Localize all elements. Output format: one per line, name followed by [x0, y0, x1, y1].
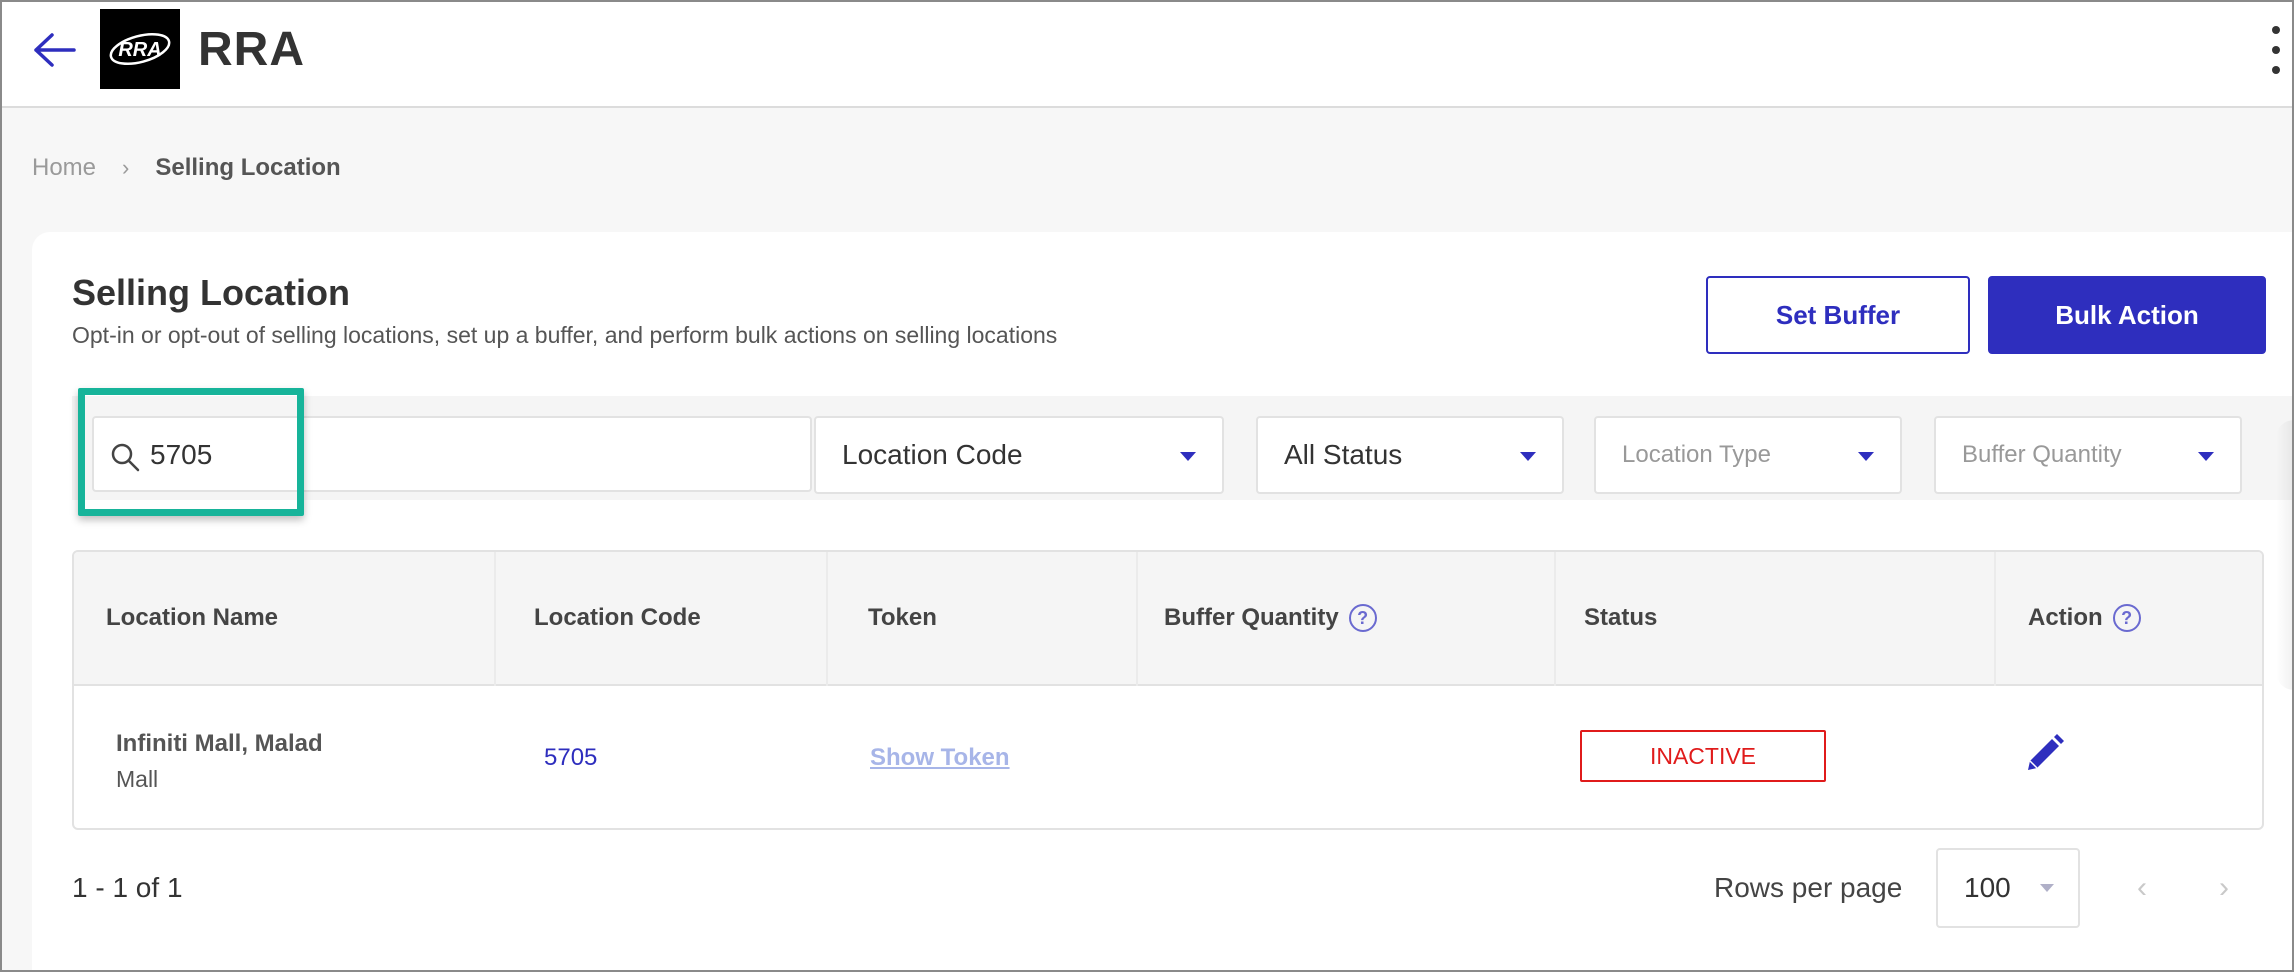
action-help-icon[interactable]: ?: [2112, 604, 2141, 632]
previous-page-button[interactable]: ‹: [2122, 866, 2162, 910]
top-bar: RRA RRA: [0, 0, 2294, 108]
page-subtitle: Opt-in or opt-out of selling locations, …: [72, 322, 1058, 348]
rows-per-page-label: Rows per page: [1714, 872, 1903, 903]
set-buffer-button[interactable]: Set Buffer: [1706, 276, 1970, 354]
location-type-placeholder: Location Type: [1622, 441, 1772, 468]
chevron-down-icon: [1180, 452, 1196, 461]
next-page-button[interactable]: ›: [2204, 866, 2244, 910]
breadcrumb-home[interactable]: Home: [32, 154, 96, 182]
column-label: Location Name: [106, 604, 279, 631]
status-badge: INACTIVE: [1580, 730, 1826, 782]
back-arrow-icon[interactable]: [30, 26, 78, 74]
more-options-icon[interactable]: [2264, 26, 2288, 74]
table-header: Location Name Location Code Token Buffer…: [74, 552, 2262, 686]
search-icon: [111, 443, 140, 472]
buffer-quantity-select[interactable]: Buffer Quantity: [1934, 416, 2242, 494]
scroll-edge-shadow: [2276, 420, 2294, 690]
search-input[interactable]: [150, 428, 790, 482]
column-status[interactable]: Status: [1584, 604, 1657, 632]
location-type-select[interactable]: Location Type: [1594, 416, 1902, 494]
main-card: Selling Location Opt-in or opt-out of se…: [32, 232, 2294, 972]
column-label: Action: [2028, 604, 2103, 631]
rows-per-page-select[interactable]: 100: [1936, 848, 2080, 928]
buffer-quantity-help-icon[interactable]: ?: [1348, 604, 1377, 632]
locations-table: Location Name Location Code Token Buffer…: [72, 550, 2264, 830]
edit-pencil-icon[interactable]: [2022, 732, 2066, 776]
column-buffer-quantity[interactable]: Buffer Quantity ?: [1164, 604, 1377, 632]
filter-bar: Location Code All Status Location Type B…: [72, 388, 2294, 516]
column-action[interactable]: Action ?: [2028, 604, 2141, 632]
logo-text: RRA: [118, 39, 161, 61]
breadcrumb: Home › Selling Location: [32, 154, 341, 182]
chevron-down-icon: [1858, 452, 1874, 461]
status-value: All Status: [1284, 439, 1403, 470]
column-label: Status: [1584, 604, 1658, 631]
breadcrumb-separator: ›: [122, 155, 130, 180]
rows-per-page-value: 100: [1964, 872, 2011, 903]
app-logo: RRA: [100, 9, 180, 89]
buffer-quantity-placeholder: Buffer Quantity: [1962, 441, 2122, 468]
search-box[interactable]: [92, 416, 812, 492]
column-label: Buffer Quantity: [1164, 604, 1339, 631]
location-type: Mall: [116, 766, 159, 792]
chevron-down-icon: [1520, 452, 1536, 461]
search-by-select[interactable]: Location Code: [814, 416, 1224, 494]
column-label: Token: [868, 604, 937, 631]
column-location-code[interactable]: Location Code: [534, 604, 701, 632]
app-title: RRA: [198, 23, 305, 76]
column-location-name[interactable]: Location Name: [106, 604, 278, 632]
bulk-action-button[interactable]: Bulk Action: [1988, 276, 2266, 354]
table-row: Infiniti Mall, Malad Mall 5705 Show Toke…: [74, 686, 2262, 828]
column-label: Location Code: [534, 604, 701, 631]
search-by-value: Location Code: [842, 439, 1023, 470]
location-name: Infiniti Mall, Malad: [116, 730, 323, 757]
page-title: Selling Location: [72, 272, 351, 313]
status-select[interactable]: All Status: [1256, 416, 1564, 494]
pagination-range: 1 - 1 of 1: [72, 872, 183, 903]
breadcrumb-current: Selling Location: [155, 154, 341, 181]
location-code: 5705: [544, 744, 598, 771]
chevron-down-icon: [2198, 452, 2214, 461]
column-token[interactable]: Token: [868, 604, 937, 632]
show-token-link[interactable]: Show Token: [870, 744, 1010, 772]
chevron-down-icon: [2040, 884, 2054, 892]
